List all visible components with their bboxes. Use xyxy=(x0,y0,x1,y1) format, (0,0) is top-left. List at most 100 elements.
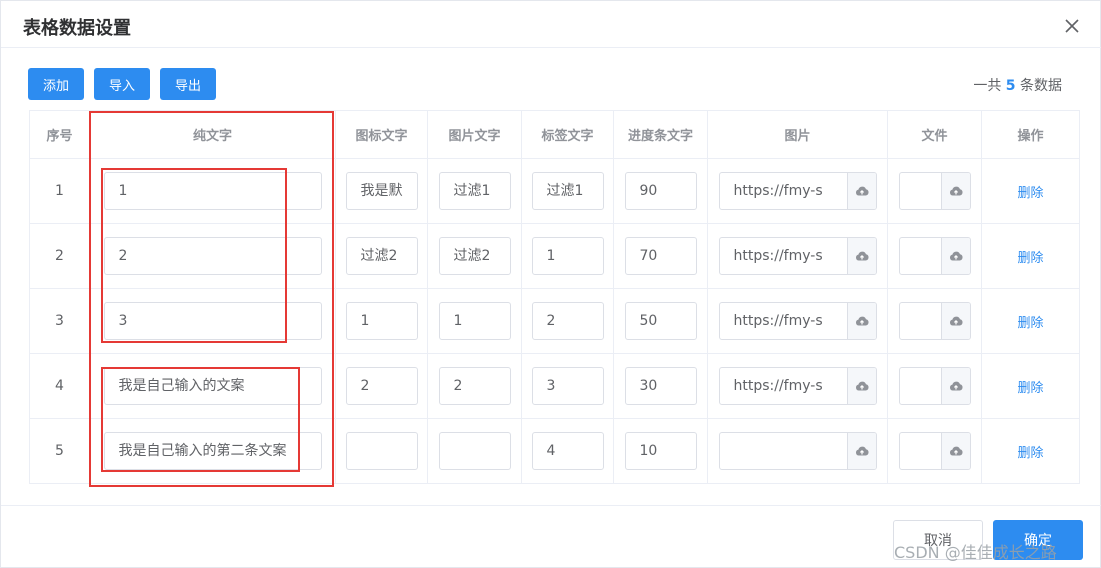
table-row: 4 我是自己输入的文案 2 2 3 30 https://fmy-s 删除 xyxy=(29,353,1080,419)
file-input[interactable] xyxy=(900,173,941,209)
icon-text-input[interactable]: 我是默 xyxy=(345,172,418,210)
table-data-settings-dialog: 表格数据设置 添加 导入 导出 一共 5 条数据 序号 纯文字 图标文字 图片文… xyxy=(0,0,1101,568)
header-icon-text: 图标文字 xyxy=(335,110,428,159)
cell-file xyxy=(887,418,982,484)
cloud-upload-icon xyxy=(949,316,963,326)
file-upload-field xyxy=(898,172,971,210)
image-upload-button[interactable] xyxy=(846,238,876,274)
image-upload-button[interactable] xyxy=(846,173,876,209)
cell-file xyxy=(887,288,982,354)
image-text-input[interactable]: 过滤1 xyxy=(438,172,511,210)
icon-text-input[interactable] xyxy=(345,432,418,470)
export-button[interactable]: 导出 xyxy=(160,68,216,100)
file-input[interactable] xyxy=(900,368,941,404)
progress-text-input[interactable]: 90 xyxy=(624,172,697,210)
file-upload-field xyxy=(898,237,971,275)
cell-file xyxy=(887,223,982,289)
file-upload-button[interactable] xyxy=(940,303,970,339)
delete-link[interactable]: 删除 xyxy=(1017,186,1043,201)
progress-text-input[interactable]: 10 xyxy=(624,432,697,470)
cell-progress-text: 90 xyxy=(613,158,708,224)
record-count-prefix: 一共 xyxy=(973,78,1002,94)
icon-text-input[interactable]: 2 xyxy=(345,367,418,405)
table-header-row: 序号 纯文字 图标文字 图片文字 标签文字 进度条文字 图片 文件 操作 xyxy=(29,110,1080,159)
import-button[interactable]: 导入 xyxy=(94,68,150,100)
image-url-input[interactable]: https://fmy-s xyxy=(720,173,847,209)
file-upload-button[interactable] xyxy=(940,368,970,404)
cell-progress-text: 10 xyxy=(613,418,708,484)
delete-link[interactable]: 删除 xyxy=(1017,316,1043,331)
tag-text-input[interactable]: 过滤1 xyxy=(531,172,604,210)
cell-action: 删除 xyxy=(981,158,1080,224)
tag-text-input[interactable]: 1 xyxy=(531,237,604,275)
plain-text-input[interactable]: 3 xyxy=(103,302,322,340)
image-url-input[interactable]: https://fmy-s xyxy=(720,238,847,274)
table-row: 2 2 过滤2 过滤2 1 70 https://fmy-s 删除 xyxy=(29,223,1080,289)
progress-text-input[interactable]: 50 xyxy=(624,302,697,340)
file-upload-button[interactable] xyxy=(940,173,970,209)
data-table: 序号 纯文字 图标文字 图片文字 标签文字 进度条文字 图片 文件 操作 11我… xyxy=(29,110,1080,484)
plain-text-input[interactable]: 我是自己输入的文案 xyxy=(103,367,322,405)
image-upload-button[interactable] xyxy=(846,368,876,404)
delete-link[interactable]: 删除 xyxy=(1017,446,1043,461)
image-upload-button[interactable] xyxy=(846,303,876,339)
plain-text-input[interactable]: 2 xyxy=(103,237,322,275)
file-input[interactable] xyxy=(900,238,941,274)
image-url-input[interactable]: https://fmy-s xyxy=(720,368,847,404)
cell-icon-text: 2 xyxy=(335,353,428,419)
cell-action: 删除 xyxy=(981,288,1080,354)
progress-text-input[interactable]: 30 xyxy=(624,367,697,405)
cloud-upload-icon xyxy=(855,316,869,326)
header-action: 操作 xyxy=(981,110,1080,159)
table-row: 5 我是自己输入的第二条文案 4 10 删除 xyxy=(29,418,1080,484)
file-input[interactable] xyxy=(900,433,941,469)
footer-divider xyxy=(1,505,1101,506)
row-index: 4 xyxy=(29,353,90,419)
icon-text-input[interactable]: 1 xyxy=(345,302,418,340)
cell-action: 删除 xyxy=(981,223,1080,289)
image-url-input[interactable]: https://fmy-s xyxy=(720,303,847,339)
cell-image-text: 过滤1 xyxy=(427,158,522,224)
image-text-input[interactable] xyxy=(438,432,511,470)
close-icon xyxy=(1065,19,1079,33)
cloud-upload-icon xyxy=(949,251,963,261)
header-plain-text: 纯文字 xyxy=(89,110,336,159)
header-tag-text: 标签文字 xyxy=(521,110,614,159)
cell-tag-text: 3 xyxy=(521,353,614,419)
cloud-upload-icon xyxy=(949,381,963,391)
cell-plain-text: 1 xyxy=(89,158,336,224)
image-upload-button[interactable] xyxy=(846,433,876,469)
image-text-input[interactable]: 2 xyxy=(438,367,511,405)
tag-text-input[interactable]: 2 xyxy=(531,302,604,340)
file-upload-button[interactable] xyxy=(940,433,970,469)
cloud-upload-icon xyxy=(949,446,963,456)
cell-tag-text: 1 xyxy=(521,223,614,289)
watermark: CSDN @佳佳成长之路 xyxy=(894,543,1057,562)
plain-text-input[interactable]: 1 xyxy=(103,172,322,210)
cell-image-text: 2 xyxy=(427,353,522,419)
cell-image: https://fmy-s xyxy=(707,158,888,224)
progress-text-input[interactable]: 70 xyxy=(624,237,697,275)
tag-text-input[interactable]: 4 xyxy=(531,432,604,470)
add-button[interactable]: 添加 xyxy=(28,68,84,100)
plain-text-input[interactable]: 我是自己输入的第二条文案 xyxy=(103,432,322,470)
cell-file xyxy=(887,353,982,419)
close-button[interactable] xyxy=(1059,13,1085,39)
cell-file xyxy=(887,158,982,224)
row-index: 3 xyxy=(29,288,90,354)
cell-image: https://fmy-s xyxy=(707,223,888,289)
tag-text-input[interactable]: 3 xyxy=(531,367,604,405)
header-index: 序号 xyxy=(29,110,90,159)
file-upload-button[interactable] xyxy=(940,238,970,274)
icon-text-input[interactable]: 过滤2 xyxy=(345,237,418,275)
cell-action: 删除 xyxy=(981,418,1080,484)
file-input[interactable] xyxy=(900,303,941,339)
delete-link[interactable]: 删除 xyxy=(1017,381,1043,396)
cell-icon-text: 过滤2 xyxy=(335,223,428,289)
image-text-input[interactable]: 过滤2 xyxy=(438,237,511,275)
delete-link[interactable]: 删除 xyxy=(1017,251,1043,266)
image-text-input[interactable]: 1 xyxy=(438,302,511,340)
cell-image-text xyxy=(427,418,522,484)
image-url-input[interactable] xyxy=(720,433,847,469)
header-file: 文件 xyxy=(887,110,982,159)
